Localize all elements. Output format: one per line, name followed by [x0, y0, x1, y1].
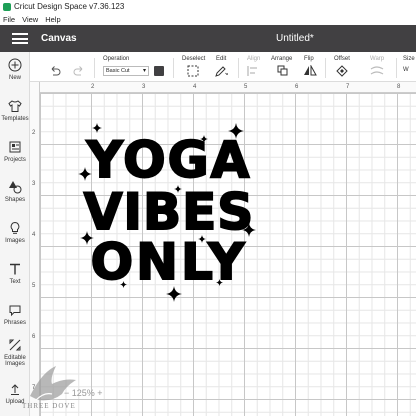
app-window: Cricut Design Space v7.36.123 File View …	[0, 0, 416, 416]
toolbar-divider	[94, 58, 95, 78]
text-icon	[10, 263, 20, 275]
pencil-icon[interactable]	[214, 65, 228, 77]
sparkle-icon	[216, 279, 223, 286]
operation-value: Basic Cut	[106, 68, 130, 74]
zoom-level[interactable]: − 125% +	[64, 388, 103, 398]
sidebar-item-phrases[interactable]: Phrases	[0, 303, 30, 326]
yoga-vibes-design[interactable]: YOGA VIBES ONLY	[78, 121, 260, 305]
edit-label: Edit	[216, 56, 227, 62]
sparkle-icon	[92, 123, 102, 133]
projects-icon	[9, 141, 21, 153]
sparkle-icon	[174, 185, 182, 193]
sidebar-item-label: Projects	[4, 157, 26, 163]
ruler-tick-label: 3	[142, 84, 146, 90]
sparkle-icon	[166, 286, 182, 302]
sparkle-icon	[200, 135, 208, 143]
document-title[interactable]: Untitled*	[276, 33, 314, 44]
shirt-icon	[8, 100, 22, 112]
menu-help[interactable]: Help	[45, 15, 60, 24]
edit-toolbar: Operation Basic Cut ▾ Deselect Edit Alig…	[30, 52, 416, 82]
flip-label: Flip	[304, 56, 314, 62]
sparkle-icon	[198, 235, 206, 243]
warp-label: Warp	[370, 56, 385, 62]
ruler-tick-label: 5	[244, 84, 248, 90]
sidebar-item-templates[interactable]: Templates	[0, 99, 30, 122]
bulb-icon	[10, 221, 20, 234]
editable-icon	[9, 339, 21, 351]
ruler-tick-label: 8	[397, 84, 401, 90]
sidebar-item-projects[interactable]: Projects	[0, 140, 30, 163]
sidebar-item-label: Templates	[1, 116, 29, 122]
sparkle-icon	[120, 281, 127, 288]
sidebar-item-shapes[interactable]: Shapes	[0, 180, 30, 203]
align-label: Align	[247, 56, 261, 62]
align-icon[interactable]	[246, 65, 260, 77]
undo-icon[interactable]	[48, 65, 62, 77]
offset-icon[interactable]	[335, 65, 349, 77]
top-ruler: 2 3 4 5 6 7 8	[40, 82, 416, 93]
ruler-tick-label: 7	[346, 84, 350, 90]
upload-icon	[11, 384, 19, 395]
ruler-tick-label: 3	[32, 181, 36, 187]
sparkle-icon	[228, 123, 244, 139]
ruler-tick-label: 6	[32, 334, 36, 340]
ruler-tick-label: 2	[32, 130, 36, 136]
sidebar-item-new[interactable]: New	[0, 58, 30, 81]
flip-icon[interactable]	[303, 65, 317, 77]
design-text-line-1: YOGA	[86, 131, 252, 189]
sparkle-icon	[78, 167, 92, 181]
toolbar-divider	[325, 58, 326, 78]
sidebar-item-label: Images	[5, 238, 25, 244]
window-title: Cricut Design Space v7.36.123	[14, 2, 125, 11]
offset-label: Offset	[334, 56, 350, 62]
sidebar-item-label: Shapes	[4, 197, 26, 203]
sidebar-item-label: New	[8, 75, 21, 81]
section-title: Canvas	[41, 33, 77, 44]
sidebar-item-label: Phrases	[3, 320, 26, 326]
menu-view[interactable]: View	[22, 15, 38, 24]
toolbar-divider	[238, 58, 239, 78]
sparkle-icon	[242, 223, 256, 237]
operation-select[interactable]: Basic Cut ▾	[103, 66, 149, 76]
speech-bubble-icon	[9, 305, 21, 317]
design-text-line-2: VIBES	[83, 183, 255, 241]
ruler-tick-label: 4	[32, 232, 36, 238]
operation-label: Operation	[103, 56, 130, 62]
toolbar-divider	[396, 58, 397, 78]
ruler-tick-label: 2	[91, 84, 95, 90]
size-label: Size	[403, 56, 415, 62]
toolbar-divider	[173, 58, 174, 78]
shapes-icon	[9, 181, 22, 194]
chevron-down-icon: ▾	[142, 68, 146, 74]
deselect-icon[interactable]	[186, 65, 200, 77]
sidebar-item-images[interactable]: Images	[0, 221, 30, 244]
sidebar-item-text[interactable]: Text	[0, 262, 30, 285]
ruler-tick-label: 6	[295, 84, 299, 90]
sidebar-item-label: Text	[9, 279, 21, 285]
hamburger-menu-icon[interactable]	[12, 33, 28, 44]
zoom-value: 125%	[71, 388, 95, 398]
warp-icon[interactable]	[370, 65, 384, 77]
size-w-label: W	[403, 67, 409, 73]
design-text-line-3: ONLY	[90, 233, 248, 291]
ruler-tick-label: 4	[193, 84, 197, 90]
menu-file[interactable]: File	[3, 15, 15, 24]
color-swatch[interactable]	[154, 66, 164, 76]
plus-circle-icon	[8, 58, 22, 72]
sparkle-icon	[80, 231, 94, 245]
app-icon	[3, 2, 11, 11]
title-bar: Cricut Design Space v7.36.123	[0, 0, 416, 13]
redo-icon[interactable]	[72, 65, 86, 77]
deselect-label: Deselect	[182, 56, 206, 62]
arrange-label: Arrange	[271, 56, 293, 62]
watermark-text: THREE DOVE	[22, 402, 76, 410]
menu-bar: File View Help	[0, 13, 416, 25]
ruler-tick-label: 5	[32, 283, 36, 289]
arrange-icon[interactable]	[276, 65, 290, 77]
app-header: Canvas Untitled*	[0, 25, 416, 52]
